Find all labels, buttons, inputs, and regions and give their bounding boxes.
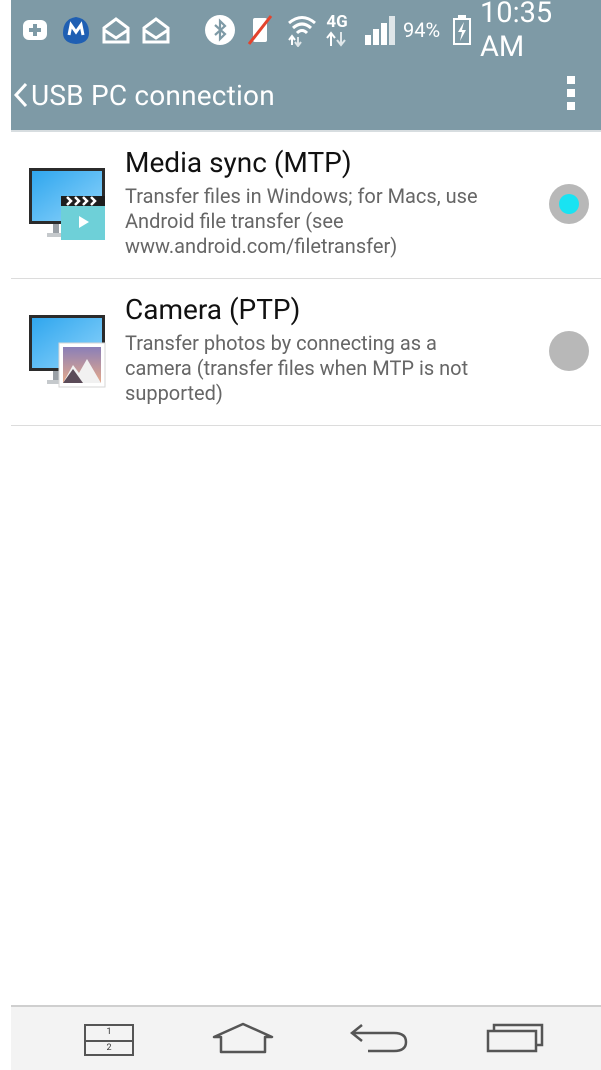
navigation-bar: 1 2 [11, 1005, 601, 1070]
screen: 4G 94% 10:35 AM USB PC connection Media … [11, 0, 601, 1070]
home-icon [211, 1021, 275, 1059]
radio-camera-ptp[interactable] [549, 331, 589, 371]
option-camera-ptp[interactable]: Camera (PTP) Transfer photos by connecti… [11, 279, 601, 426]
option-media-sync[interactable]: Media sync (MTP) Transfer files in Windo… [11, 132, 601, 279]
option-description: Transfer files in Windows; for Macs, use… [125, 184, 478, 258]
network-label: 4G [326, 12, 348, 32]
vibrate-off-icon [245, 0, 275, 60]
option-title: Media sync (MTP) [125, 146, 352, 179]
bluetooth-icon [204, 0, 236, 60]
dual-window-label-2: 2 [106, 1043, 112, 1053]
email-open-icon [141, 0, 171, 60]
chevron-left-icon [13, 81, 29, 109]
status-bar: 4G 94% 10:35 AM [11, 0, 601, 64]
battery-percent: 94% [403, 18, 441, 42]
lte-4g-icon: 4G [323, 0, 351, 60]
overflow-menu-button[interactable] [553, 70, 589, 120]
page-title: USB PC connection [31, 78, 275, 112]
malwarebytes-icon [59, 0, 93, 60]
dual-window-icon: 1 2 [84, 1024, 134, 1056]
dual-window-label-1: 1 [106, 1027, 112, 1037]
monitor-media-icon [29, 166, 109, 250]
monitor-photo-icon [29, 313, 109, 397]
wifi-icon [286, 0, 318, 60]
dual-window-button[interactable]: 1 2 [69, 1015, 149, 1065]
recents-icon [484, 1021, 546, 1059]
radio-media-sync[interactable] [549, 184, 589, 224]
option-media-sync-text: Media sync (MTP) Transfer files in Windo… [125, 146, 535, 259]
clock: 10:35 AM [480, 0, 553, 64]
option-camera-ptp-text: Camera (PTP) Transfer photos by connecti… [125, 293, 535, 406]
overflow-menu-icon [566, 74, 576, 116]
home-button[interactable] [203, 1015, 283, 1065]
signal-bars-icon [363, 0, 399, 60]
option-title: Camera (PTP) [125, 293, 301, 326]
email-open-icon [101, 0, 131, 60]
up-navigation-button[interactable]: USB PC connection [11, 60, 371, 130]
battery-charging-icon [451, 0, 473, 60]
health-plus-icon [21, 0, 49, 60]
back-icon [348, 1021, 410, 1059]
recents-button[interactable] [475, 1015, 555, 1065]
back-button[interactable] [339, 1015, 419, 1065]
option-description: Transfer photos by connecting as a camer… [125, 331, 469, 405]
action-bar: USB PC connection [11, 60, 601, 132]
